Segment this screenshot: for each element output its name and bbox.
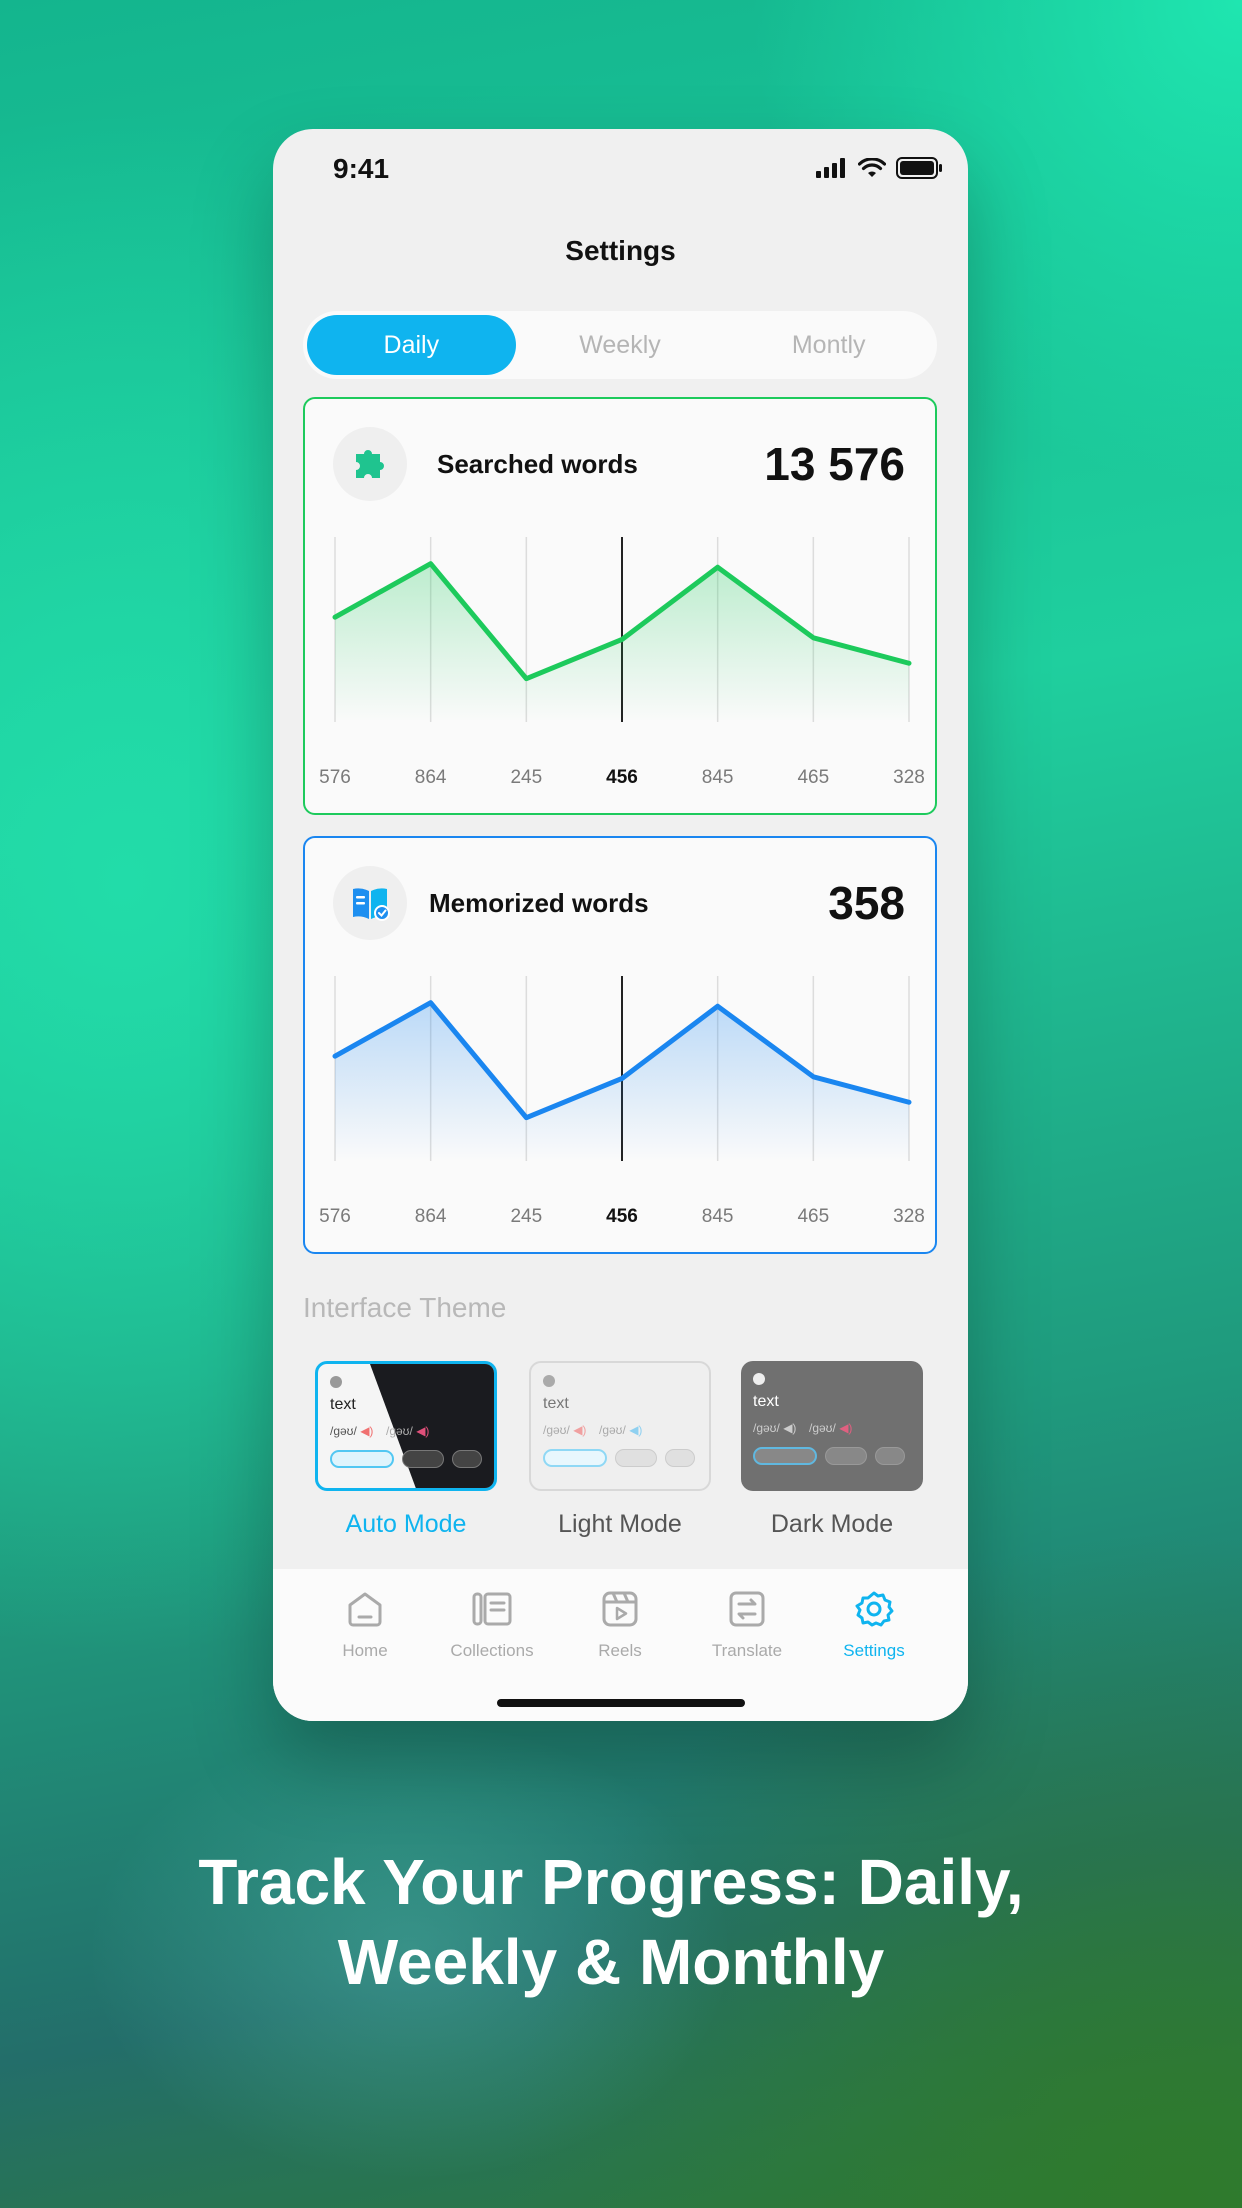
chart-x-labels: 576 864 245 456 845 465 328	[305, 1206, 939, 1236]
preview-phonetic: /gəʊ/ ◀)	[809, 1421, 853, 1435]
preview-text: text	[753, 1393, 779, 1410]
tab-label: Reels	[598, 1641, 642, 1660]
x-tick-label: 576	[319, 1206, 351, 1227]
wifi-icon	[858, 158, 886, 177]
x-tick-label: 845	[701, 767, 734, 788]
preview-phonetic: /gəʊ/ ◀)	[543, 1423, 587, 1437]
preview-phonetic: /gəʊ/ ◀)	[753, 1421, 797, 1435]
chart-x-labels: 576 864 245 456 845 465 328	[305, 767, 939, 797]
card-value: 13 576	[764, 438, 905, 490]
tab-translate[interactable]: Translate	[687, 1583, 807, 1661]
x-tick-label: 245	[510, 767, 543, 788]
preview-phonetic: /gəʊ/ ◀)	[386, 1424, 430, 1438]
x-tick-label: 465	[797, 1206, 830, 1227]
searched-words-chart	[332, 537, 912, 722]
puzzle-icon	[333, 427, 407, 501]
theme-label-light[interactable]: Light Mode	[515, 1510, 725, 1539]
x-tick-label: 845	[701, 1206, 734, 1227]
x-tick-label: 328	[893, 1206, 925, 1227]
preview-pill	[615, 1449, 657, 1467]
promo-headline: Track Your Progress: Daily, Weekly & Mon…	[0, 1842, 1222, 2002]
preview-pill	[452, 1450, 482, 1468]
preview-dot	[753, 1373, 765, 1385]
x-tick-label: 245	[510, 1206, 543, 1227]
tab-reels[interactable]: Reels	[560, 1583, 680, 1661]
theme-label-dark[interactable]: Dark Mode	[727, 1510, 937, 1539]
preview-dot	[543, 1375, 555, 1387]
x-tick-label: 864	[414, 767, 447, 788]
signal-icon	[816, 158, 845, 178]
gear-icon	[855, 1591, 894, 1627]
translate-icon	[729, 1591, 765, 1627]
status-time: 9:41	[333, 153, 390, 184]
preview-pill	[753, 1447, 817, 1465]
card-label: Searched words	[437, 449, 638, 479]
x-tick-label: 456	[606, 767, 638, 788]
preview-pill	[330, 1450, 394, 1468]
headline-line: Weekly & Monthly	[337, 1926, 885, 1998]
tab-daily[interactable]: Daily	[307, 315, 516, 375]
preview-text: text	[330, 1396, 356, 1413]
preview-pill	[543, 1449, 607, 1467]
preview-text: text	[543, 1395, 569, 1412]
preview-phonetic: /gəʊ/ ◀)	[330, 1424, 374, 1438]
theme-label-auto[interactable]: Auto Mode	[301, 1510, 511, 1539]
preview-dot	[330, 1376, 342, 1388]
page-title: Settings	[565, 235, 676, 266]
period-segmented-control: Daily Weekly Montly	[303, 311, 937, 379]
theme-section-title: Interface Theme	[303, 1292, 507, 1323]
reels-icon	[602, 1591, 638, 1627]
memorized-words-chart	[332, 976, 912, 1161]
tab-collections[interactable]: Collections	[432, 1583, 552, 1661]
battery-icon	[896, 157, 942, 179]
preview-phonetic: /gəʊ/ ◀)	[599, 1423, 643, 1437]
theme-card-dark[interactable]: text /gəʊ/ ◀) /gəʊ/ ◀)	[741, 1361, 923, 1491]
preview-pill	[665, 1449, 695, 1467]
preview-pill	[825, 1447, 867, 1465]
x-tick-label: 456	[606, 1206, 638, 1227]
card-value: 358	[828, 877, 905, 929]
tab-label: Translate	[711, 1641, 783, 1660]
tab-weekly[interactable]: Weekly	[516, 315, 725, 375]
x-tick-label: 576	[319, 767, 351, 788]
x-tick-label: 864	[414, 1206, 447, 1227]
tab-label: Collections	[450, 1641, 534, 1660]
searched-words-card[interactable]: Searched words 13 576 576 864 245 456 845 465…	[303, 397, 937, 815]
status-bar: 9:41	[273, 129, 968, 209]
x-tick-label: 328	[893, 767, 925, 788]
theme-card-light[interactable]: text /gəʊ/ ◀) /gəʊ/ ◀)	[529, 1361, 711, 1491]
tab-home[interactable]: Home	[305, 1583, 425, 1661]
tab-label: Home	[342, 1641, 388, 1660]
status-icons	[816, 157, 942, 179]
tab-monthly[interactable]: Montly	[724, 315, 933, 375]
preview-pill	[875, 1447, 905, 1465]
card-label: Memorized words	[429, 888, 649, 918]
collections-icon	[472, 1592, 512, 1626]
home-indicator	[497, 1699, 745, 1707]
preview-pill	[402, 1450, 444, 1468]
tab-label: Settings	[843, 1641, 905, 1660]
x-tick-label: 465	[797, 767, 830, 788]
book-check-icon	[333, 866, 407, 940]
headline-line: Track Your Progress: Daily,	[198, 1846, 1024, 1918]
theme-card-auto[interactable]: text /gəʊ/ ◀) /gəʊ/ ◀)	[315, 1361, 497, 1491]
phone-frame: 9:41 Settings Daily Weekly Montly Search…	[273, 129, 968, 1721]
memorized-words-card[interactable]: Memorized words 358 576 864 245 456 845 465 32…	[303, 836, 937, 1254]
tab-settings[interactable]: Settings	[814, 1583, 934, 1661]
home-icon	[348, 1592, 382, 1627]
